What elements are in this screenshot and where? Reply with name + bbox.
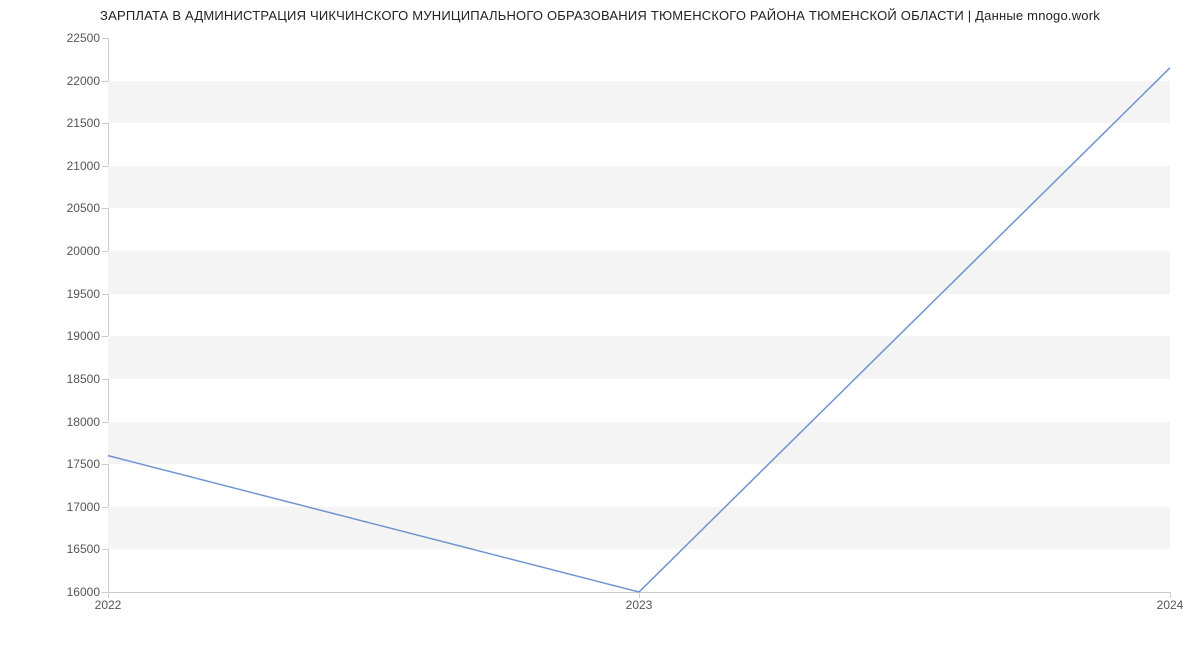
y-tick-mark: [102, 81, 108, 82]
y-tick-label: 21500: [10, 116, 100, 130]
x-tick-mark: [1170, 592, 1171, 598]
y-tick-label: 22500: [10, 31, 100, 45]
y-tick-mark: [102, 208, 108, 209]
y-tick-label: 17500: [10, 457, 100, 471]
y-tick-mark: [102, 507, 108, 508]
line-series: [108, 38, 1170, 592]
y-tick-label: 20500: [10, 201, 100, 215]
y-tick-mark: [102, 294, 108, 295]
y-tick-label: 16500: [10, 542, 100, 556]
y-tick-label: 19000: [10, 329, 100, 343]
x-tick-mark: [639, 592, 640, 598]
data-line: [108, 68, 1170, 592]
y-tick-label: 22000: [10, 74, 100, 88]
y-tick-mark: [102, 38, 108, 39]
plot-area: [108, 38, 1170, 593]
y-tick-mark: [102, 422, 108, 423]
y-tick-mark: [102, 379, 108, 380]
y-tick-label: 16000: [10, 585, 100, 599]
y-tick-mark: [102, 336, 108, 337]
y-tick-mark: [102, 166, 108, 167]
x-tick-label: 2022: [95, 598, 122, 612]
y-tick-mark: [102, 464, 108, 465]
chart-container: ЗАРПЛАТА В АДМИНИСТРАЦИЯ ЧИКЧИНСКОГО МУН…: [0, 0, 1200, 650]
y-tick-label: 21000: [10, 159, 100, 173]
y-tick-mark: [102, 123, 108, 124]
y-tick-label: 18000: [10, 415, 100, 429]
y-tick-mark: [102, 251, 108, 252]
x-tick-mark: [108, 592, 109, 598]
y-tick-label: 18500: [10, 372, 100, 386]
y-tick-mark: [102, 549, 108, 550]
x-tick-label: 2023: [626, 598, 653, 612]
y-tick-label: 17000: [10, 500, 100, 514]
y-tick-label: 19500: [10, 287, 100, 301]
x-tick-label: 2024: [1157, 598, 1184, 612]
y-tick-label: 20000: [10, 244, 100, 258]
chart-title: ЗАРПЛАТА В АДМИНИСТРАЦИЯ ЧИКЧИНСКОГО МУН…: [0, 8, 1200, 23]
